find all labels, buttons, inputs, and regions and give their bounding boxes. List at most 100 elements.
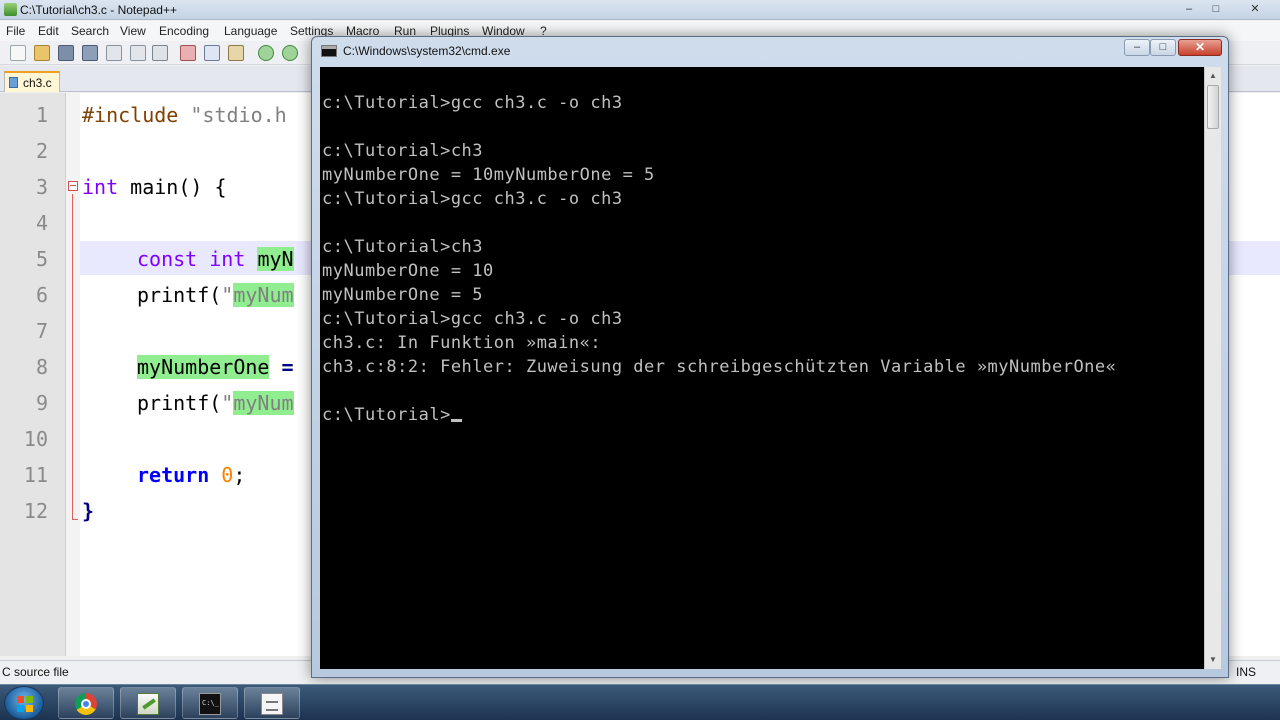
npp-title-bar[interactable]: C:\Tutorial\ch3.c - Notepad++ – □ ✕: [0, 0, 1280, 20]
line-number: 8: [35, 355, 48, 379]
line-number: 6: [35, 283, 48, 307]
fold-range-end: [72, 519, 78, 520]
menu-edit[interactable]: Edit: [38, 24, 59, 38]
code-text: main() {: [118, 175, 227, 199]
cmd-title-bar[interactable]: C:\Windows\system32\cmd.exe – □ ✕: [312, 37, 1228, 65]
code-line-9: printf("myNum: [137, 391, 294, 415]
cmd-maximize-button[interactable]: □: [1150, 39, 1176, 56]
command-prompt-icon: [199, 693, 221, 715]
terminal-line: myNumberOne = 5: [322, 285, 484, 305]
operator-token: =: [269, 355, 294, 379]
text-cursor: [450, 419, 462, 422]
npp-close-button[interactable]: ✕: [1244, 2, 1266, 16]
notepadpp-app-icon: [4, 3, 17, 16]
menu-file[interactable]: File: [6, 24, 25, 38]
start-button[interactable]: [4, 686, 44, 720]
redo-icon[interactable]: [282, 45, 298, 61]
scroll-up-icon[interactable]: ▲: [1209, 71, 1217, 80]
taskbar-cmd-button[interactable]: [182, 687, 238, 719]
cmd-window-title: C:\Windows\system32\cmd.exe: [343, 44, 511, 58]
npp-maximize-button[interactable]: □: [1205, 2, 1227, 16]
line-number: 3: [35, 175, 48, 199]
windows-logo-icon: [17, 696, 33, 712]
line-number: 4: [35, 211, 48, 235]
menu-search[interactable]: Search: [71, 24, 109, 38]
taskbar-chrome-button[interactable]: [58, 687, 114, 719]
terminal-error-line: ch3.c:8:2: Fehler: Zuweisung der schreib…: [322, 357, 1117, 377]
code-line-3: int main() {: [82, 175, 227, 199]
document-icon: [261, 693, 283, 715]
scroll-down-icon[interactable]: ▼: [1209, 655, 1217, 664]
close-all-icon[interactable]: [130, 45, 146, 61]
terminal-line: c:\Tutorial>gcc ch3.c -o ch3: [322, 189, 623, 209]
number-token: 0: [221, 463, 234, 487]
cut-icon[interactable]: [180, 45, 196, 61]
chrome-icon: [75, 693, 97, 715]
console-icon: [321, 45, 337, 57]
line-number: 7: [35, 319, 48, 343]
menu-view[interactable]: View: [120, 24, 146, 38]
keyword-token: const: [137, 247, 198, 271]
terminal-prompt-line[interactable]: c:\Tutorial>: [322, 405, 462, 425]
code-text: printf(: [137, 391, 222, 415]
keyword-token: int: [197, 247, 246, 271]
highlighted-identifier: myNumberOne: [137, 355, 270, 379]
insert-mode-status[interactable]: INS: [1236, 665, 1256, 679]
terminal-line: c:\Tutorial>ch3: [322, 237, 484, 257]
line-number: 12: [23, 499, 48, 523]
keyword-token: return: [137, 463, 210, 487]
string-token: "stdio.h: [178, 103, 287, 127]
new-file-icon[interactable]: [10, 45, 26, 61]
line-number: 5: [35, 247, 48, 271]
line-number: 9: [35, 391, 48, 415]
save-all-icon[interactable]: [82, 45, 98, 61]
scrollbar-thumb[interactable]: [1207, 85, 1219, 129]
terminal-output[interactable]: c:\Tutorial>gcc ch3.c -o ch3 c:\Tutorial…: [320, 67, 1204, 669]
highlighted-identifier: myNum: [233, 283, 294, 307]
taskbar-document-button[interactable]: [244, 687, 300, 719]
taskbar-notepadpp-button[interactable]: [120, 687, 176, 719]
npp-minimize-button[interactable]: –: [1178, 2, 1200, 16]
fold-range-line: [72, 194, 73, 520]
terminal-line: myNumberOne = 10: [322, 261, 494, 281]
undo-icon[interactable]: [258, 45, 274, 61]
cmd-minimize-button[interactable]: –: [1124, 39, 1150, 56]
paste-icon[interactable]: [228, 45, 244, 61]
code-line-6: printf("myNum: [137, 283, 294, 307]
cmd-window: C:\Windows\system32\cmd.exe – □ ✕ c:\Tut…: [311, 36, 1229, 678]
code-text: ;: [233, 463, 246, 487]
copy-icon[interactable]: [204, 45, 220, 61]
language-status: C source file: [2, 665, 69, 679]
open-file-icon[interactable]: [34, 45, 50, 61]
windows-taskbar: [0, 684, 1280, 720]
menu-language[interactable]: Language: [224, 24, 277, 38]
highlighted-identifier: myNum: [233, 391, 294, 415]
code-line-8: myNumberOne =: [137, 355, 294, 379]
line-number: 1: [35, 103, 48, 127]
print-icon[interactable]: [152, 45, 168, 61]
line-number: 11: [23, 463, 48, 487]
line-number: 10: [23, 427, 48, 451]
save-icon[interactable]: [58, 45, 74, 61]
preprocessor-token: #include: [82, 103, 179, 127]
npp-window-title: C:\Tutorial\ch3.c - Notepad++: [20, 3, 177, 17]
code-line-1: #include "stdio.h: [82, 103, 287, 127]
terminal-line: ch3.c: In Funktion »main«:: [322, 333, 602, 353]
code-line-11: return 0;: [137, 463, 245, 487]
close-file-icon[interactable]: [106, 45, 122, 61]
menu-encoding[interactable]: Encoding: [159, 24, 209, 38]
file-saved-icon: [9, 77, 18, 88]
fold-collapse-icon[interactable]: [68, 181, 78, 191]
tab-ch3-c[interactable]: ch3.c: [4, 71, 60, 92]
terminal-prompt: c:\Tutorial>: [322, 405, 451, 425]
terminal-line: myNumberOne = 10myNumberOne = 5: [322, 165, 655, 185]
terminal-scrollbar[interactable]: ▲ ▼: [1204, 67, 1221, 669]
terminal-line: c:\Tutorial>gcc ch3.c -o ch3: [322, 93, 623, 113]
terminal-line: c:\Tutorial>gcc ch3.c -o ch3: [322, 309, 623, 329]
terminal-line: c:\Tutorial>ch3: [322, 141, 484, 161]
line-number-gutter: 1 2 3 4 5 6 7 8 9 10 11 12: [0, 93, 66, 656]
string-token: ": [221, 391, 234, 415]
highlighted-identifier: myN: [257, 247, 294, 271]
tab-label: ch3.c: [23, 76, 52, 90]
cmd-close-button[interactable]: ✕: [1178, 39, 1222, 56]
